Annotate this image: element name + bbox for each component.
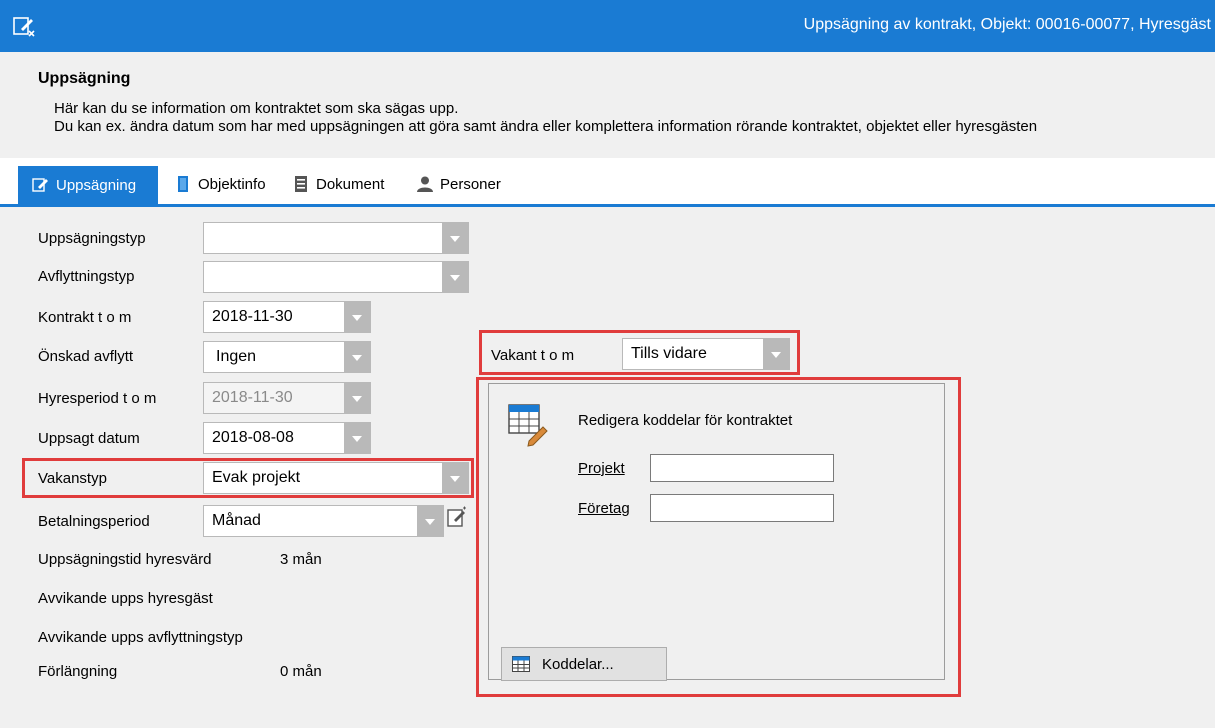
onskad-avflytt-select[interactable]: Ingen [203, 341, 371, 373]
page-title: Uppsägning [38, 70, 131, 87]
vakant-tom-value: Tills vidare [631, 345, 707, 362]
chevron-down-icon[interactable] [417, 506, 443, 536]
hyresperiod-tom-label: Hyresperiod t o m [38, 390, 157, 407]
betalningsperiod-label: Betalningsperiod [38, 513, 150, 530]
projekt-label: Projekt [578, 460, 625, 477]
page-description: Här kan du se information om kontraktet … [54, 100, 1037, 136]
uppsagt-datum-date[interactable]: 2018-08-08 [203, 422, 371, 454]
betalningsperiod-select[interactable]: Månad [203, 505, 444, 537]
table-edit-icon [508, 404, 548, 447]
tab-uppsagning[interactable]: Uppsägning [18, 166, 158, 204]
avvikande-avflyttningstyp-label: Avvikande upps avflyttningstyp [38, 629, 243, 646]
window-title: Uppsägning av kontrakt, Objekt: 00016-00… [803, 16, 1211, 33]
uppsagningstid-hyresvard-label: Uppsägningstid hyresvärd [38, 551, 212, 568]
door-icon [178, 176, 188, 192]
foretag-input[interactable] [650, 494, 834, 522]
table-icon [512, 656, 530, 672]
tab-dokument[interactable]: Dokument [278, 164, 398, 204]
koddelar-title: Redigera koddelar för kontraktet [578, 412, 793, 429]
edit-icon[interactable] [446, 506, 468, 528]
betalningsperiod-value: Månad [212, 512, 261, 529]
description-line-1: Här kan du se information om kontraktet … [54, 100, 459, 117]
person-icon [417, 176, 433, 192]
onskad-avflytt-value: Ingen [216, 348, 257, 365]
uppsagningstid-hyresvard-value: 3 mån [280, 551, 322, 568]
foretag-value [651, 499, 655, 516]
hyresperiod-tom-date: 2018-11-30 [203, 382, 371, 414]
avflyttningstyp-select[interactable] [203, 261, 469, 293]
kontrakt-tom-value: 2018-11-30 [212, 308, 293, 325]
uppsagningstyp-label: Uppsägningstyp [38, 230, 146, 247]
forlangning-label: Förlängning [38, 663, 118, 680]
edit-contract-icon [32, 178, 48, 192]
tab-label: Personer [440, 175, 501, 193]
chevron-down-icon[interactable] [442, 262, 468, 292]
tab-label: Uppsägning [56, 176, 137, 194]
forlangning-value: 0 mån [280, 663, 322, 680]
document-icon [295, 176, 307, 192]
tab-objektinfo[interactable]: Objektinfo [160, 164, 280, 204]
chevron-down-icon[interactable] [442, 223, 468, 253]
koddelar-button[interactable]: Koddelar... [501, 647, 667, 681]
projekt-value [651, 459, 655, 476]
kontrakt-tom-label: Kontrakt t o m [38, 309, 132, 326]
tab-label: Dokument [316, 175, 385, 193]
vakant-tom-label: Vakant t o m [491, 347, 575, 364]
tab-personer[interactable]: Personer [402, 164, 515, 204]
avflyttningstyp-label: Avflyttningstyp [38, 268, 135, 285]
vakant-tom-select[interactable]: Tills vidare [622, 338, 790, 370]
chevron-down-icon[interactable] [344, 302, 370, 332]
foretag-label: Företag [578, 500, 630, 517]
uppsagt-datum-value: 2018-08-08 [212, 429, 294, 446]
tab-label: Objektinfo [198, 175, 266, 193]
edit-contract-icon [13, 17, 35, 37]
chevron-down-icon [344, 383, 370, 413]
description-line-2: Du kan ex. ändra datum som har med uppsä… [54, 118, 1038, 135]
koddelar-button-label: Koddelar... [542, 655, 614, 673]
projekt-input[interactable] [650, 454, 834, 482]
tab-bar: Uppsägning Objektinfo Dokument Personer [0, 158, 1215, 207]
uppsagt-datum-label: Uppsagt datum [38, 430, 140, 447]
uppsagningstyp-select[interactable] [203, 222, 469, 254]
chevron-down-icon[interactable] [344, 423, 370, 453]
title-bar: Uppsägning av kontrakt, Objekt: 00016-00… [0, 0, 1215, 52]
chevron-down-icon[interactable] [763, 339, 789, 369]
chevron-down-icon[interactable] [344, 342, 370, 372]
kontrakt-tom-date[interactable]: 2018-11-30 [203, 301, 371, 333]
avvikande-hyresgast-label: Avvikande upps hyresgäst [38, 590, 213, 607]
header: Uppsägning Här kan du se information om … [0, 52, 1215, 158]
onskad-avflytt-label: Önskad avflytt [38, 348, 134, 365]
hyresperiod-tom-value: 2018-11-30 [212, 389, 293, 406]
vakanstyp-highlight [22, 458, 474, 498]
